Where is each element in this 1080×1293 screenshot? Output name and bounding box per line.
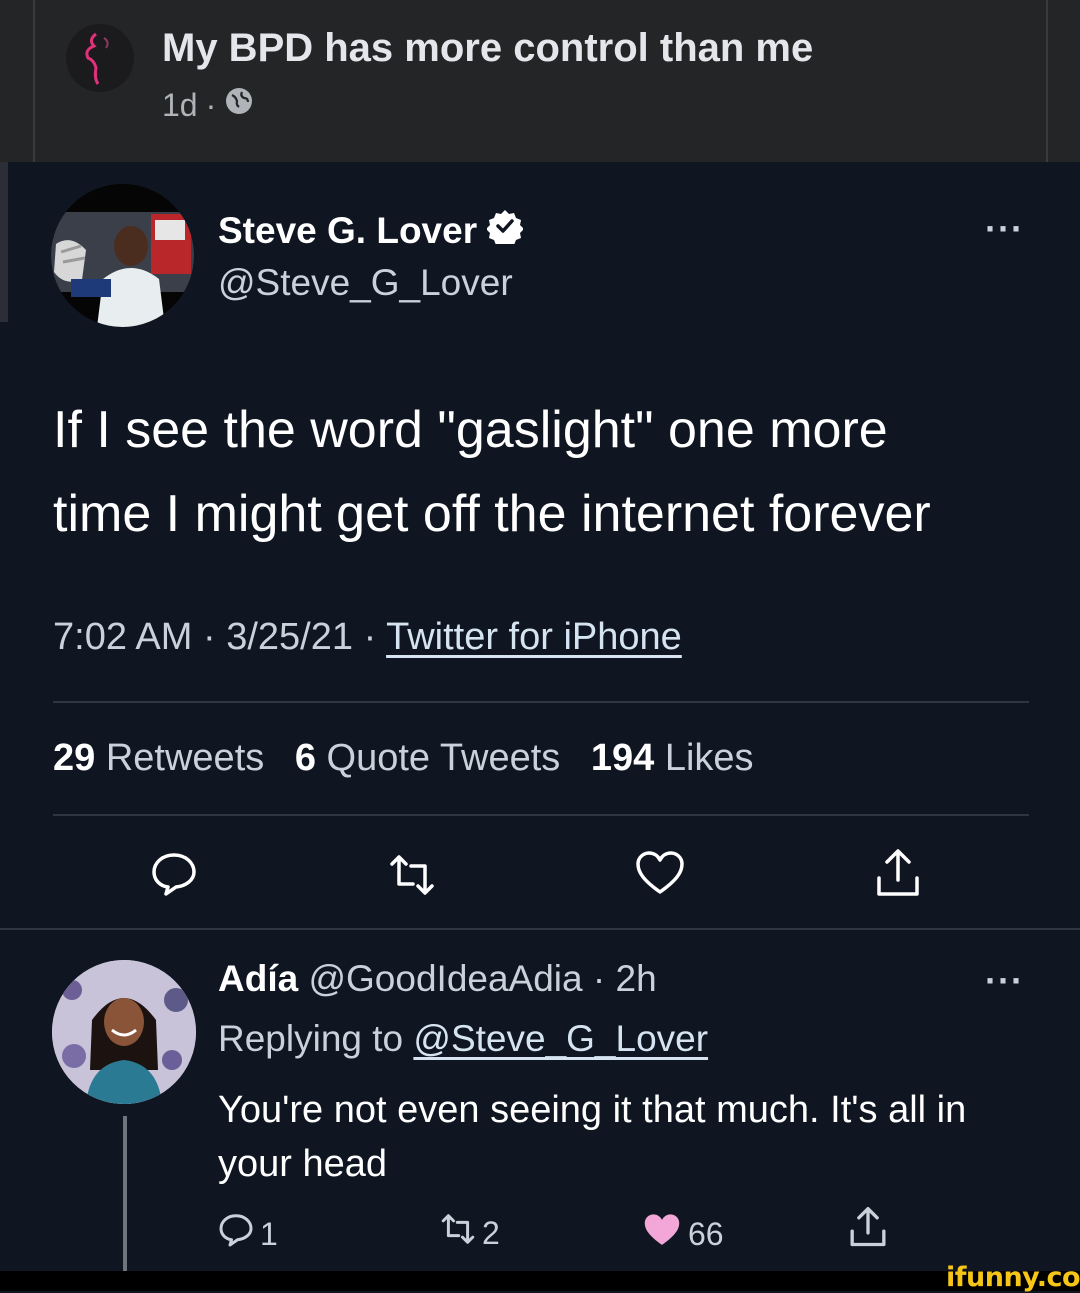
- author-handle[interactable]: @Steve_G_Lover: [218, 262, 513, 304]
- replying-to: Replying to @Steve_G_Lover: [218, 1018, 708, 1060]
- thread-line: [123, 1116, 127, 1271]
- divider: [0, 928, 1080, 930]
- like-count: 66: [688, 1215, 724, 1252]
- reply-author-avatar[interactable]: [52, 960, 196, 1104]
- reply-text: You're not even seeing it that much. It'…: [218, 1089, 967, 1185]
- reply-like-button[interactable]: 66: [642, 1212, 724, 1256]
- reply-author-handle[interactable]: @GoodIdeaAdia: [308, 958, 582, 999]
- reply-dot: ·: [592, 958, 606, 999]
- reply-more-options-icon[interactable]: ···: [985, 960, 1024, 1002]
- facebook-post-header: My BPD has more control than me 1d ·: [0, 0, 1080, 162]
- like-icon[interactable]: [635, 850, 685, 896]
- retweet-small-icon: [440, 1212, 476, 1254]
- reply-share-button[interactable]: [848, 1206, 888, 1256]
- share-icon[interactable]: [874, 848, 922, 898]
- replying-to-label: Replying to: [218, 1018, 404, 1059]
- meta-dot: ·: [202, 616, 216, 658]
- tweet-meta: 7:02 AM · 3/25/21 · Twitter for iPhone: [53, 616, 682, 659]
- divider: [53, 814, 1029, 816]
- author-name-row[interactable]: Steve G. Lover: [218, 208, 525, 253]
- meta-dot: ·: [363, 616, 377, 658]
- tweet-text-line-2: time I might get off the internet foreve…: [53, 485, 931, 543]
- liked-heart-icon: [642, 1212, 682, 1256]
- likes-stat[interactable]: 194 Likes: [591, 737, 754, 779]
- meta-separator: ·: [205, 86, 217, 123]
- group-name[interactable]: My BPD has more control than me: [162, 26, 813, 71]
- reply-header: Adía @GoodIdeaAdia · 2h: [218, 958, 657, 1000]
- reply-retweet-button[interactable]: 2: [440, 1212, 500, 1254]
- tweet-date: 3/25/21: [226, 616, 353, 658]
- tweet-text: If I see the word "gaslight" one more ti…: [53, 388, 1053, 556]
- post-meta: 1d ·: [162, 86, 254, 124]
- tweet-stats: 29 Retweets 6 Quote Tweets 194 Likes: [53, 737, 754, 780]
- author-name[interactable]: Steve G. Lover: [218, 210, 477, 252]
- tweet-source-link[interactable]: Twitter for iPhone: [386, 616, 682, 658]
- retweets-stat[interactable]: 29 Retweets: [53, 737, 264, 779]
- reply-reply-button[interactable]: 1: [218, 1212, 278, 1256]
- reply-small-icon: [218, 1212, 254, 1256]
- divider: [53, 701, 1029, 703]
- globe-icon: [224, 86, 254, 124]
- reply-author-name[interactable]: Adía: [218, 958, 298, 999]
- post-time[interactable]: 1d: [162, 87, 198, 124]
- bottom-bar: [0, 1271, 1080, 1291]
- frame-border-right: [1046, 0, 1048, 162]
- replying-to-handle[interactable]: @Steve_G_Lover: [413, 1018, 708, 1059]
- reply-time[interactable]: 2h: [616, 958, 657, 999]
- retweet-count: 2: [482, 1214, 500, 1251]
- tweet-time: 7:02 AM: [53, 616, 193, 658]
- watermark-logo: ifunny.co: [946, 1262, 1080, 1293]
- verified-badge-icon: [486, 208, 525, 253]
- scrollbar[interactable]: [0, 162, 8, 322]
- frame-border-left: [33, 0, 35, 162]
- author-avatar[interactable]: [51, 184, 194, 327]
- more-options-icon[interactable]: ···: [985, 208, 1024, 250]
- group-avatar[interactable]: [66, 24, 134, 92]
- reply-count: 1: [260, 1215, 278, 1252]
- quote-tweets-stat[interactable]: 6 Quote Tweets: [295, 737, 560, 779]
- tweet-text-line-1: If I see the word "gaslight" one more: [53, 401, 888, 459]
- retweet-icon[interactable]: [388, 852, 436, 898]
- reply-icon[interactable]: [150, 850, 198, 898]
- share-small-icon: [848, 1206, 888, 1256]
